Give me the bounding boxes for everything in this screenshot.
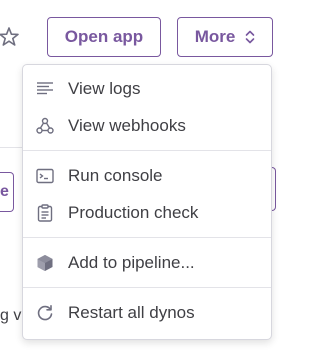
menu-item-view-webhooks[interactable]: View webhooks (23, 107, 271, 144)
menu-item-add-to-pipeline[interactable]: Add to pipeline... (23, 244, 271, 281)
console-icon (36, 167, 54, 185)
menu-item-production-check[interactable]: Production check (23, 194, 271, 231)
pipeline-icon (36, 254, 54, 272)
more-button[interactable]: More (177, 17, 273, 57)
webhooks-icon (36, 117, 54, 135)
more-label: More (194, 27, 236, 46)
menu-item-label: View logs (68, 78, 141, 98)
favorite-star-icon[interactable] (0, 26, 20, 48)
menu-item-run-console[interactable]: Run console (23, 157, 271, 194)
menu-item-label: Add to pipeline... (68, 252, 195, 272)
menu-item-label: Run console (68, 165, 163, 185)
menu-item-label: Restart all dynos (68, 302, 195, 322)
open-app-label: Open app (64, 27, 144, 46)
logs-icon (36, 80, 54, 98)
menu-divider (23, 237, 271, 238)
background-button-fragment[interactable]: e (0, 172, 14, 212)
menu-item-restart-all-dynos[interactable]: Restart all dynos (23, 294, 271, 331)
menu-item-view-logs[interactable]: View logs (23, 70, 271, 107)
chevron-updown-icon (245, 29, 255, 45)
menu-item-label: View webhooks (68, 115, 186, 135)
background-button-text: e (0, 183, 9, 200)
open-app-button[interactable]: Open app (47, 17, 161, 57)
more-dropdown-menu: View logs View webhooks Run console Prod… (22, 64, 272, 340)
clipboard-icon (36, 203, 54, 222)
restart-icon (36, 304, 54, 322)
menu-divider (23, 150, 271, 151)
menu-item-label: Production check (68, 202, 199, 222)
menu-divider (23, 287, 271, 288)
